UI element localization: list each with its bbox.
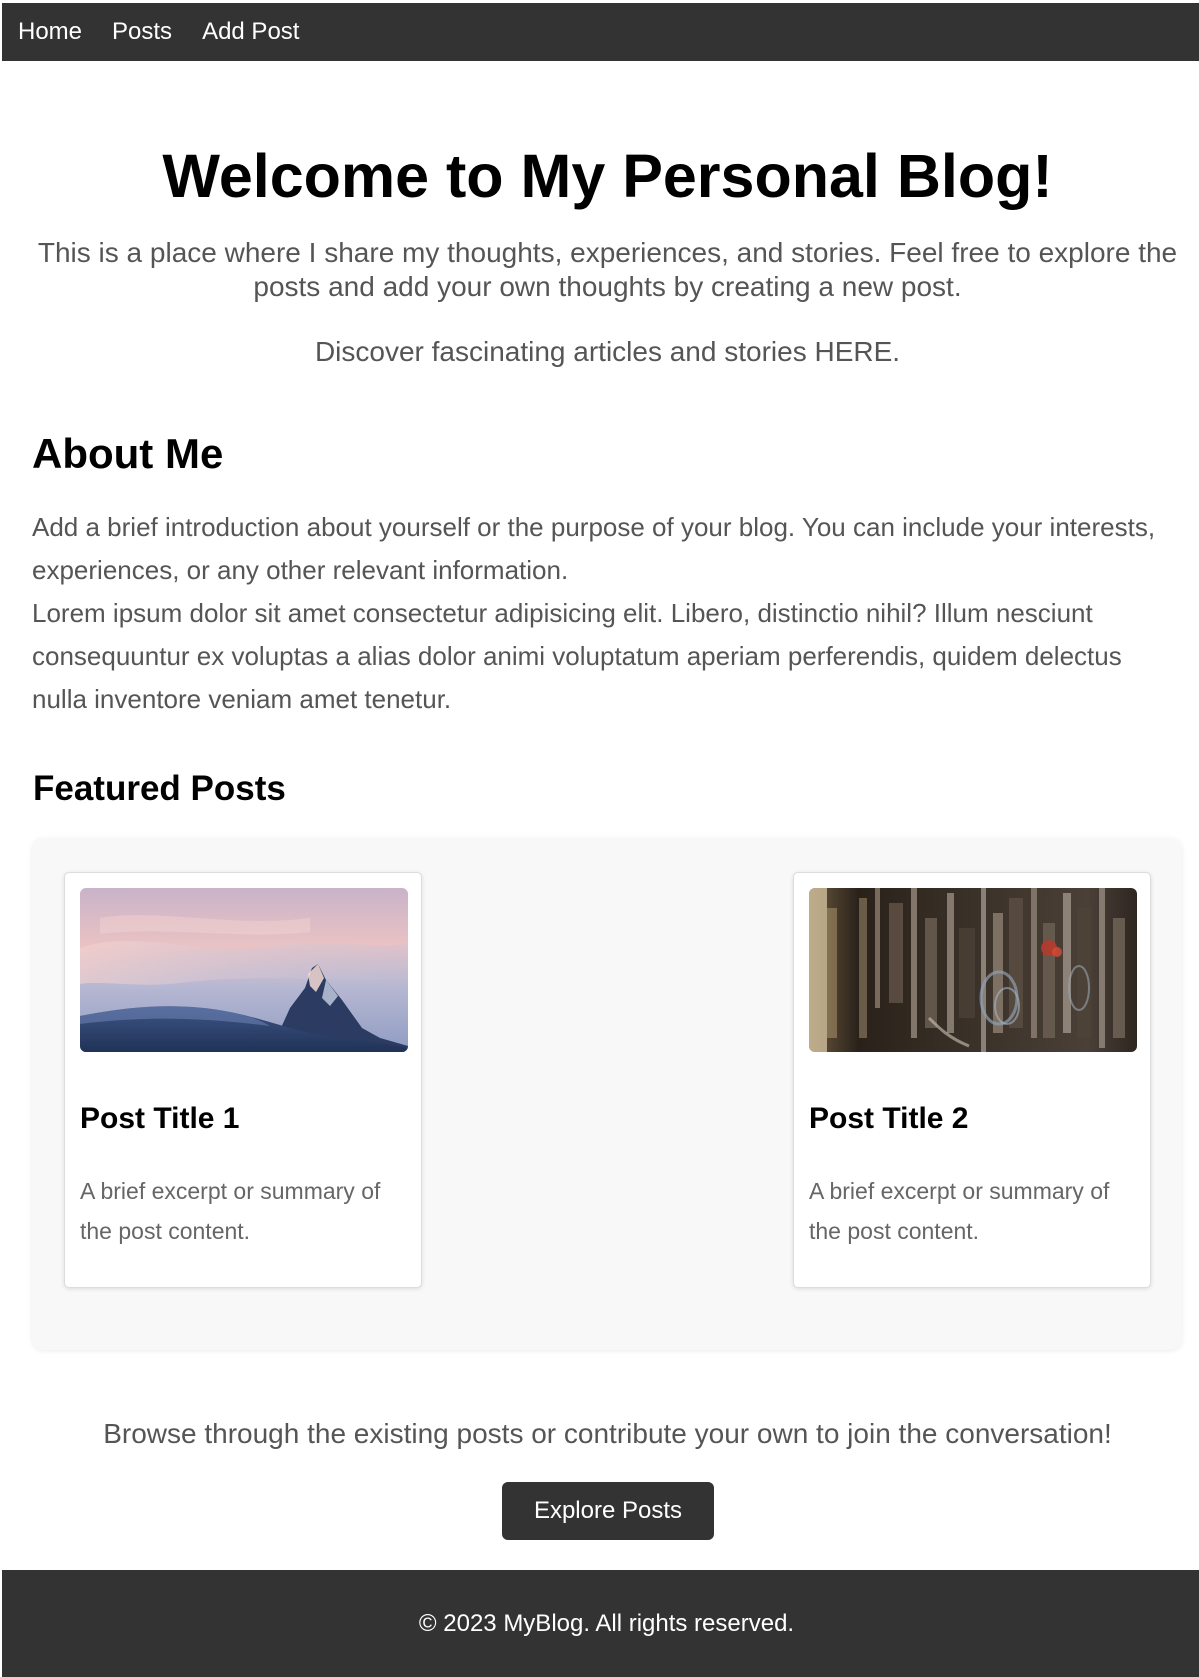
featured-heading: Featured Posts: [33, 769, 286, 808]
about-text: Add a brief introduction about yourself …: [32, 506, 1182, 721]
footer-copyright: © 2023 MyBlog. All rights reserved.: [418, 1609, 795, 1637]
footer: © 2023 MyBlog. All rights reserved.: [2, 1570, 1199, 1677]
hero-cta: Discover fascinating articles and storie…: [314, 336, 901, 367]
post-image-tools: [809, 888, 1137, 1052]
post-title[interactable]: Post Title 1: [80, 1099, 240, 1139]
post-image-mountain: [80, 888, 408, 1052]
nav-item-posts[interactable]: Posts: [112, 3, 172, 61]
hanging-tools-image: [809, 888, 1137, 1052]
about-paragraph-1: Add a brief introduction about yourself …: [32, 512, 1156, 585]
post-excerpt: A brief excerpt or summary of the post c…: [80, 1178, 381, 1244]
post-title[interactable]: Post Title 2: [809, 1099, 969, 1139]
explore-posts-button[interactable]: Explore Posts: [502, 1482, 714, 1540]
about-heading: About Me: [32, 430, 224, 477]
nav-item-home[interactable]: Home: [18, 3, 82, 61]
page-title: Welcome to My Personal Blog!: [162, 142, 1053, 210]
post-excerpt: A brief excerpt or summary of the post c…: [809, 1178, 1110, 1244]
page: Home Posts Add Post Welcome to My Person…: [0, 0, 1199, 1677]
browse-text: Browse through the existing posts or con…: [103, 1418, 1112, 1449]
post-card-1[interactable]: Post Title 1 A brief excerpt or summary …: [64, 872, 422, 1288]
top-nav: Home Posts Add Post: [2, 3, 1199, 61]
nav-item-add-post[interactable]: Add Post: [202, 3, 299, 61]
hero-intro: This is a place where I share my thought…: [37, 237, 1178, 302]
mountain-image: [80, 888, 408, 1052]
post-card-2[interactable]: Post Title 2 A brief excerpt or summary …: [793, 872, 1151, 1288]
about-paragraph-2: Lorem ipsum dolor sit amet consectetur a…: [32, 598, 1122, 714]
